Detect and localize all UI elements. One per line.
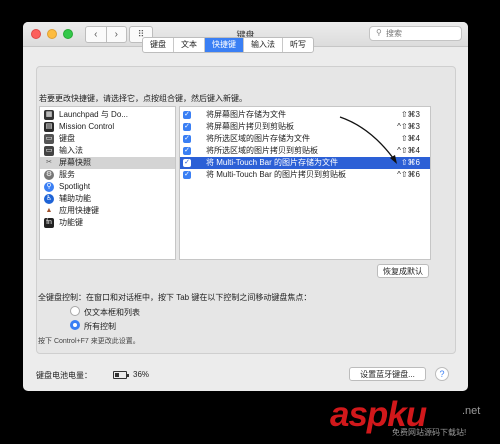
shortcut-checkbox[interactable]: ✓ — [183, 159, 191, 167]
app-shortcuts-icon: ▲ — [45, 207, 53, 214]
category-function-keys[interactable]: fn 功能键 — [40, 217, 175, 229]
function-keys-icon: fn — [44, 218, 54, 228]
watermark-subtitle: 免费网站源码下载站! — [392, 428, 467, 437]
restore-defaults-button[interactable]: 恢复成默认 — [377, 264, 429, 278]
battery-icon — [113, 371, 129, 379]
radio-all-controls[interactable] — [70, 320, 80, 330]
tab-keyboard[interactable]: 键盘 — [143, 38, 174, 52]
radio-all-controls-label: 所有控制 — [84, 322, 116, 331]
category-services[interactable]: ⚙ 服务 — [40, 169, 175, 181]
watermark-net: .net — [462, 405, 481, 417]
tab-shortcuts[interactable]: 快捷键 — [205, 38, 244, 52]
category-accessibility[interactable]: ♿ 辅助功能 — [40, 193, 175, 205]
shortcut-row[interactable]: ✓ 将屏幕图片拷贝到剪贴板 ^⇧⌘3 — [180, 121, 430, 133]
shortcut-row[interactable]: ✓ 将所选区域的图片存储为文件 ⇧⌘4 — [180, 133, 430, 145]
battery-level — [115, 373, 119, 377]
input-source-icon: ▭ — [44, 146, 54, 156]
radio-text-boxes-only[interactable] — [70, 306, 80, 316]
category-spotlight[interactable]: ⚲ Spotlight — [40, 181, 175, 193]
mission-control-icon: ▤ — [44, 122, 54, 132]
shortcut-list: ✓ 将屏幕图片存储为文件 ⇧⌘3 ✓ 将屏幕图片拷贝到剪贴板 ^⇧⌘3 ✓ 将所… — [179, 106, 431, 260]
battery-percent: 36% — [133, 370, 150, 379]
shortcut-checkbox[interactable]: ✓ — [183, 171, 191, 179]
shortcut-category-list: ▦ Launchpad 与 Do... ▤ Mission Control ▭ … — [39, 106, 176, 260]
launchpad-icon: ▦ — [44, 110, 54, 120]
tab-text[interactable]: 文本 — [174, 38, 205, 52]
search-field[interactable]: ⚲ — [369, 26, 462, 41]
radio-text-boxes-only-label: 仅文本框和列表 — [84, 308, 140, 317]
search-icon: ⚲ — [376, 28, 382, 37]
help-button[interactable]: ? — [435, 367, 449, 381]
category-app-shortcuts[interactable]: ▲ 应用快捷键 — [40, 205, 175, 217]
category-keyboard[interactable]: ▭ 键盘 — [40, 133, 175, 145]
shortcut-row[interactable]: ✓ 将屏幕图片存储为文件 ⇧⌘3 — [180, 109, 430, 121]
tab-input-sources[interactable]: 输入法 — [244, 38, 283, 52]
shortcut-row-selected[interactable]: ✓ 将 Multi-Touch Bar 的图片存储为文件 ⇧⌘6 — [180, 157, 430, 169]
shortcut-checkbox[interactable]: ✓ — [183, 111, 191, 119]
category-launchpad[interactable]: ▦ Launchpad 与 Do... — [40, 109, 175, 121]
shortcut-row[interactable]: ✓ 将 Multi-Touch Bar 的图片拷贝到剪贴板 ^⇧⌘6 — [180, 169, 430, 181]
accessibility-icon: ♿ — [44, 194, 54, 204]
tab-bar: 键盘 文本 快捷键 输入法 听写 — [142, 37, 314, 53]
battery-label: 键盘电池电量： — [36, 371, 92, 380]
setup-bluetooth-keyboard-button[interactable]: 设置蓝牙键盘... — [349, 367, 426, 381]
category-screenshots[interactable]: ✂ 屏幕快照 — [40, 157, 175, 169]
spotlight-icon: ⚲ — [44, 182, 54, 192]
instruction-text: 若要更改快捷键，请选择它，点按组合键，然后键入新键。 — [39, 94, 247, 103]
tab-dictation[interactable]: 听写 — [283, 38, 313, 52]
category-input-sources[interactable]: ▭ 输入法 — [40, 145, 175, 157]
full-keyboard-access-label: 全键盘控制：在窗口和对话框中，按下 Tab 键在以下控制之间移动键盘焦点： — [38, 293, 312, 302]
shortcut-checkbox[interactable]: ✓ — [183, 147, 191, 155]
screenshot-icon: ✂ — [46, 159, 52, 166]
shortcut-row[interactable]: ✓ 将所选区域的图片拷贝到剪贴板 ^⇧⌘4 — [180, 145, 430, 157]
keyboard-icon: ▭ — [44, 134, 54, 144]
shortcut-hint: 按下 Control+F7 来更改此设置。 — [38, 338, 140, 345]
shortcut-checkbox[interactable]: ✓ — [183, 123, 191, 131]
search-input[interactable] — [386, 28, 456, 39]
shortcut-checkbox[interactable]: ✓ — [183, 135, 191, 143]
services-icon: ⚙ — [44, 170, 54, 180]
category-mission-control[interactable]: ▤ Mission Control — [40, 121, 175, 133]
